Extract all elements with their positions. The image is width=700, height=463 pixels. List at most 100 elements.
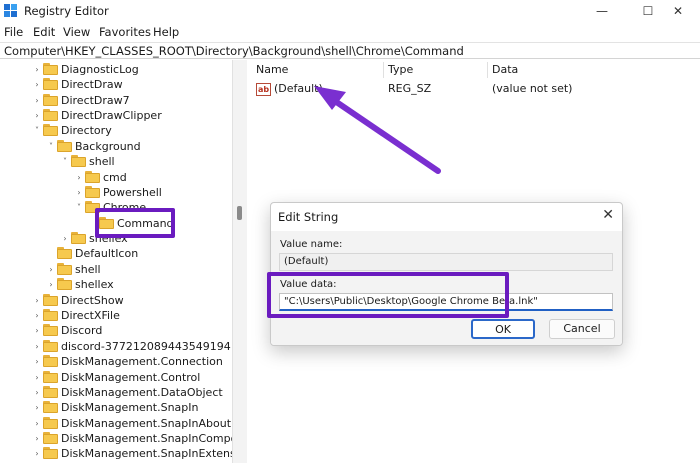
highlight-box-value-data (267, 272, 509, 318)
folder-icon (57, 278, 72, 290)
tree-item-label: DirectShow (61, 294, 124, 307)
title-bar: Registry Editor — ☐ ✕ (0, 0, 700, 22)
folder-icon (43, 417, 58, 429)
highlight-box-command (95, 208, 175, 238)
folder-icon (43, 355, 58, 367)
chevron-right-icon[interactable]: › (32, 416, 42, 431)
chevron-down-icon[interactable]: ˅ (32, 123, 42, 138)
folder-icon (43, 109, 58, 121)
registry-editor-icon (4, 4, 17, 17)
column-divider[interactable] (487, 62, 488, 78)
menu-help[interactable]: Help (153, 25, 179, 39)
tree-item-label: DiskManagement.SnapIn (61, 401, 199, 414)
chevron-right-icon[interactable]: › (32, 308, 42, 323)
chevron-down-icon[interactable]: ˅ (74, 200, 84, 215)
value-name-label: Value name: (280, 239, 343, 250)
folder-icon (57, 263, 72, 275)
tree-item-label: shell (89, 155, 115, 168)
tree-item-label: DirectDraw (61, 78, 123, 91)
tree-item-label: Directory (61, 124, 112, 137)
folder-icon (43, 63, 58, 75)
string-value-icon: ab (256, 83, 271, 96)
folder-icon (85, 171, 100, 183)
tree-item-label: discord-377212089443549194 (61, 340, 231, 353)
pane-splitter[interactable] (232, 60, 247, 463)
chevron-right-icon[interactable]: › (32, 385, 42, 400)
tree-item-label: cmd (103, 171, 127, 184)
column-header-data[interactable]: Data (492, 63, 518, 76)
tree-item-label: Background (75, 140, 141, 153)
folder-icon (43, 447, 58, 459)
menu-favorites[interactable]: Favorites (99, 25, 151, 39)
registry-tree: › DiagnosticLog › DirectDraw › DirectDra… (0, 60, 232, 463)
tree-item-label: DiskManagement.DataObject (61, 386, 223, 399)
folder-icon (57, 140, 72, 152)
folder-icon (43, 401, 58, 413)
folder-icon (43, 324, 58, 336)
chevron-right-icon[interactable]: › (60, 231, 70, 246)
menu-view[interactable]: View (63, 25, 90, 39)
chevron-down-icon[interactable]: ˅ (46, 139, 56, 154)
chevron-right-icon[interactable]: › (32, 400, 42, 415)
column-header-type[interactable]: Type (388, 63, 413, 76)
chevron-right-icon[interactable]: › (32, 323, 42, 338)
folder-icon (43, 94, 58, 106)
chevron-right-icon[interactable]: › (32, 370, 42, 385)
chevron-right-icon[interactable]: › (32, 354, 42, 369)
address-path[interactable]: Computer\HKEY_CLASSES_ROOT\Directory\Bac… (4, 44, 464, 58)
tree-item-label: DiskManagement.SnapInExtension (61, 447, 232, 460)
value-type: REG_SZ (388, 82, 432, 95)
value-name: (Default) (274, 82, 323, 95)
folder-icon (43, 78, 58, 90)
tree-item-label: DiskManagement.Connection (61, 355, 223, 368)
folder-icon (43, 432, 58, 444)
tree-item-label: DiskManagement.SnapInComponent (61, 432, 232, 445)
menu-edit[interactable]: Edit (33, 25, 55, 39)
chevron-right-icon[interactable]: › (32, 62, 42, 77)
folder-icon (43, 340, 58, 352)
tree-item-label: Powershell (103, 186, 162, 199)
menu-file[interactable]: File (4, 25, 23, 39)
tree-item-label: DiagnosticLog (61, 63, 139, 76)
chevron-right-icon[interactable]: › (74, 170, 84, 185)
tree-item-label: DirectXFile (61, 309, 120, 322)
scrollbar-thumb[interactable] (237, 206, 242, 220)
dialog-close-button[interactable]: ✕ (602, 207, 614, 223)
address-bar[interactable]: Computer\HKEY_CLASSES_ROOT\Directory\Bac… (0, 42, 700, 59)
tree-item-label: shellex (75, 278, 114, 291)
tree-item-label: DiskManagement.Control (61, 371, 201, 384)
column-divider[interactable] (383, 62, 384, 78)
folder-icon (43, 371, 58, 383)
value-data: (value not set) (492, 82, 573, 95)
tree-item-label: DirectDrawClipper (61, 109, 162, 122)
window-title: Registry Editor (24, 4, 109, 18)
chevron-right-icon[interactable]: › (32, 446, 42, 461)
chevron-right-icon[interactable]: › (32, 339, 42, 354)
chevron-right-icon[interactable]: › (32, 108, 42, 123)
folder-icon (85, 186, 100, 198)
chevron-right-icon[interactable]: › (32, 431, 42, 446)
close-button[interactable]: ✕ (656, 2, 700, 20)
menu-bar: File Edit View Favorites Help (0, 23, 700, 41)
chevron-right-icon[interactable]: › (46, 277, 56, 292)
chevron-right-icon[interactable]: › (74, 185, 84, 200)
tree-item-label: DefaultIcon (75, 247, 139, 260)
chevron-down-icon[interactable]: ˅ (60, 154, 70, 169)
folder-icon (57, 247, 72, 259)
folder-icon (43, 386, 58, 398)
minimize-button[interactable]: — (580, 2, 624, 20)
tree-item-label: DirectDraw7 (61, 94, 130, 107)
folder-icon (43, 124, 58, 136)
chevron-right-icon[interactable]: › (32, 293, 42, 308)
chevron-right-icon[interactable]: › (46, 262, 56, 277)
dialog-title: Edit String (278, 210, 339, 224)
chevron-right-icon[interactable]: › (32, 77, 42, 92)
tree-item-label: Discord (61, 324, 103, 337)
folder-icon (71, 155, 86, 167)
ok-button[interactable]: OK (471, 319, 535, 339)
column-header-name[interactable]: Name (256, 63, 288, 76)
cancel-button[interactable]: Cancel (549, 319, 615, 339)
tree-item-label: shell (75, 263, 101, 276)
folder-icon (43, 294, 58, 306)
chevron-right-icon[interactable]: › (32, 93, 42, 108)
